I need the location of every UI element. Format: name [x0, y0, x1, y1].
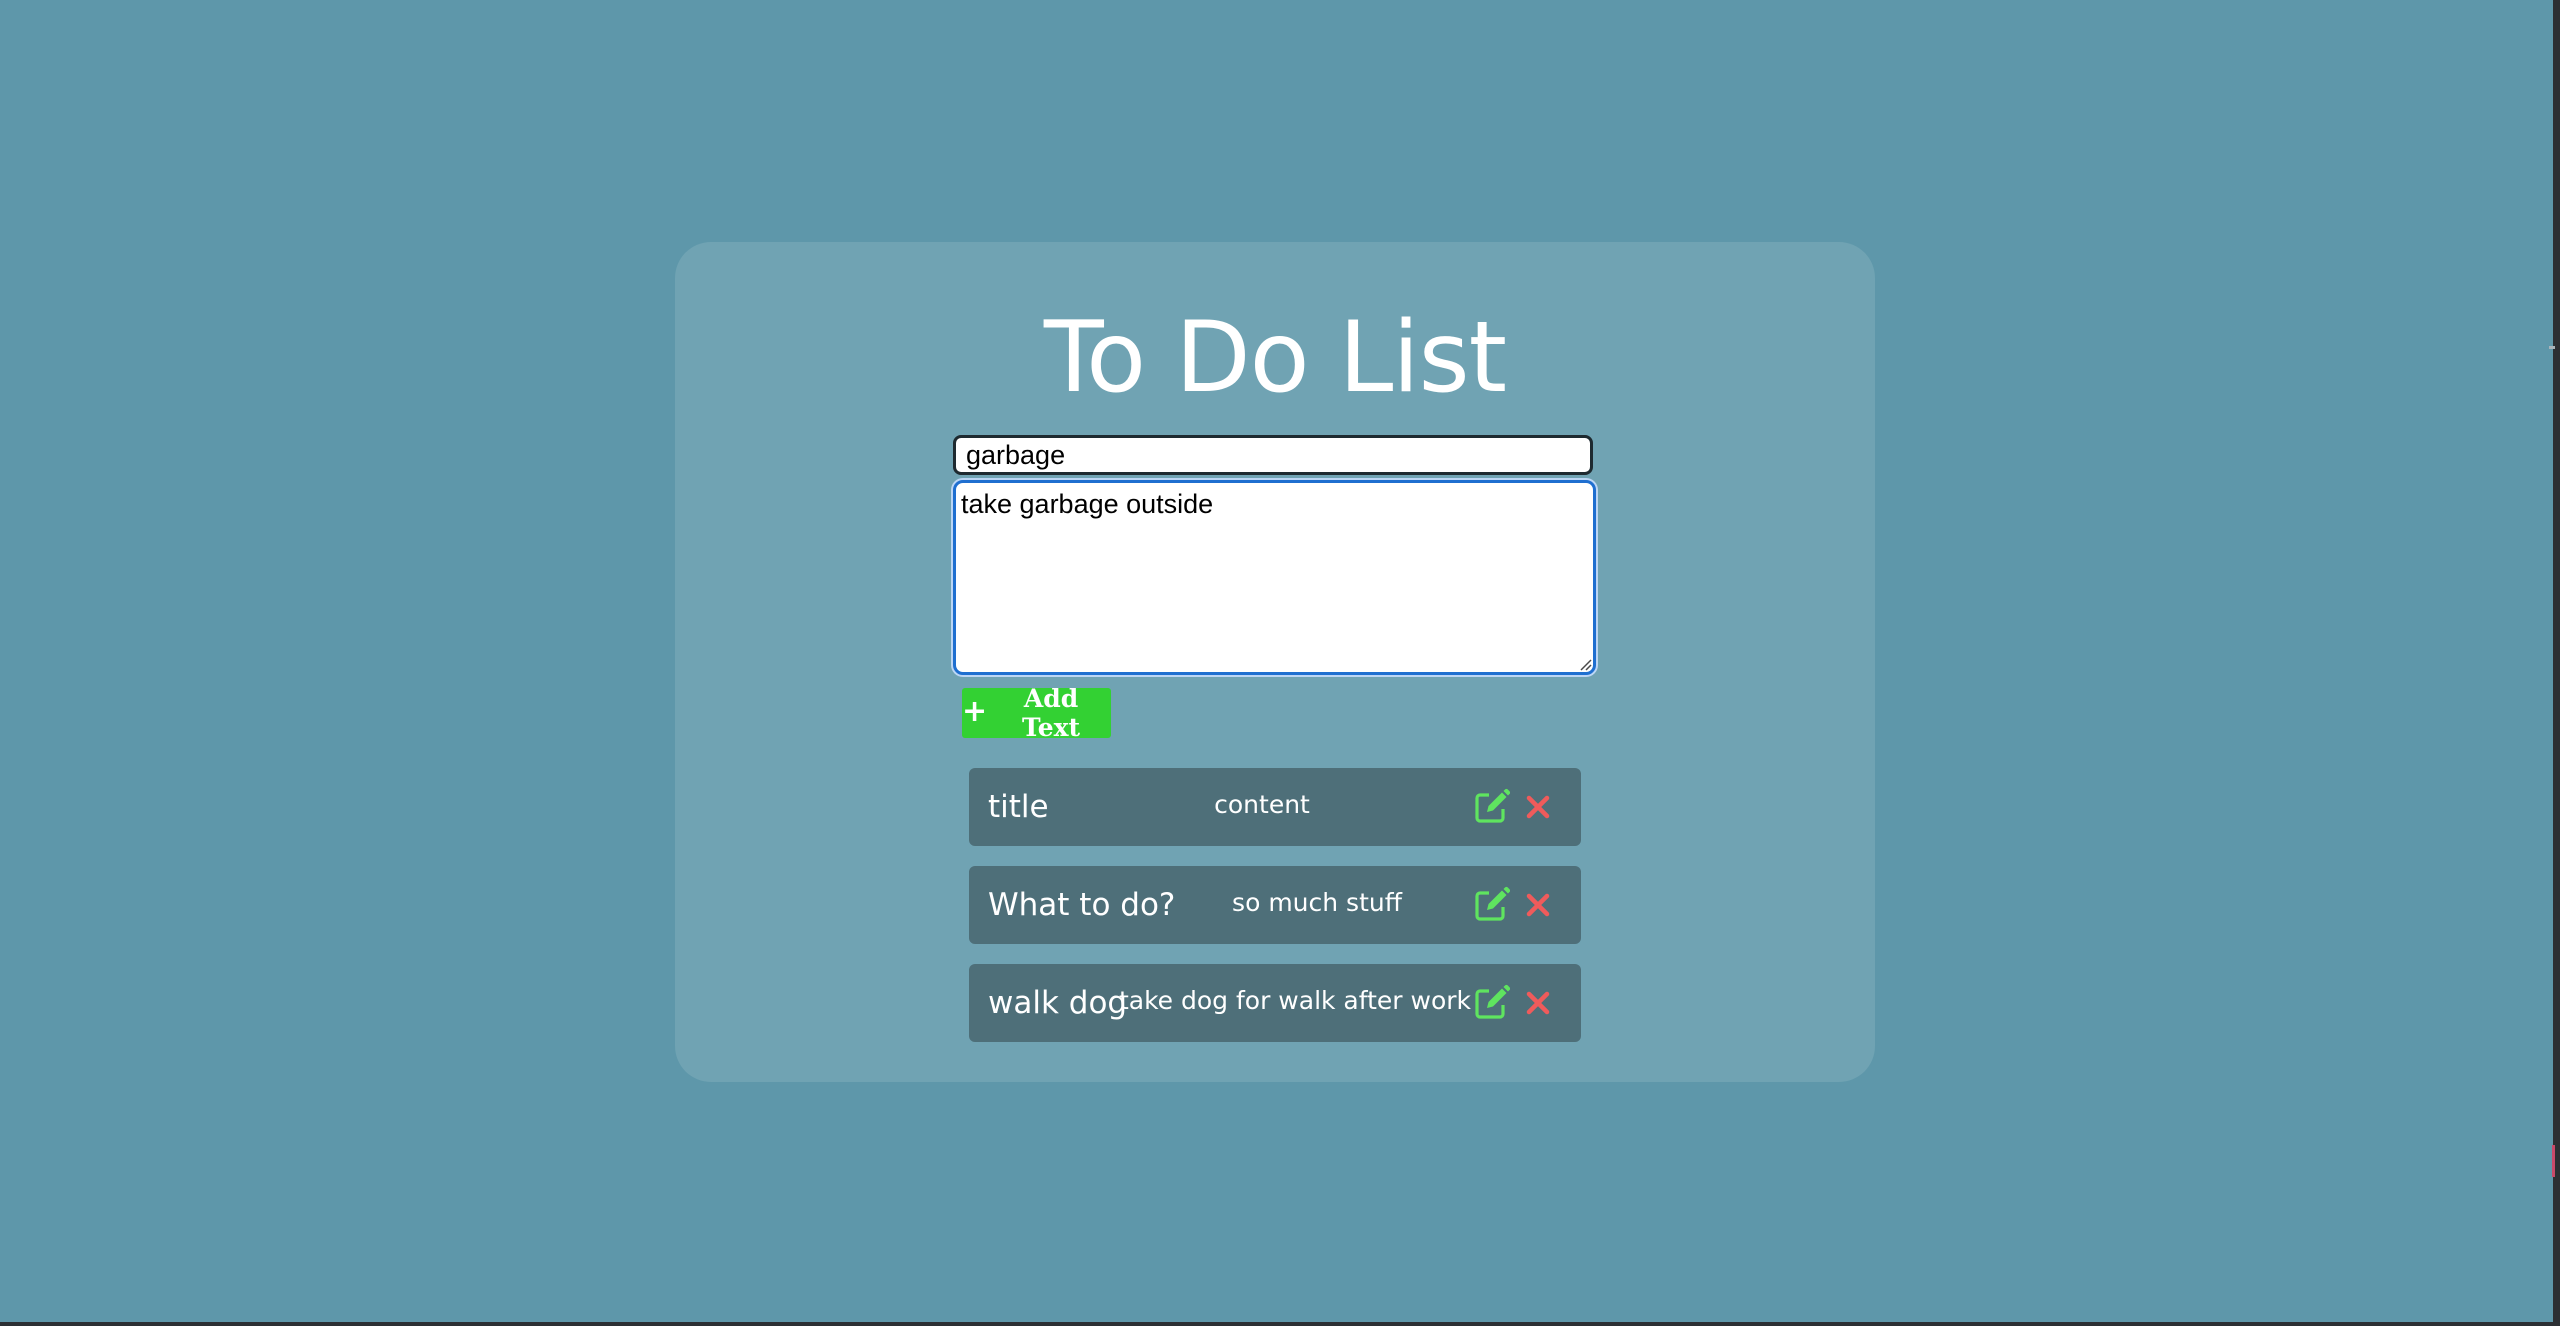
edit-icon[interactable]: [1472, 886, 1510, 924]
window-edge: [2553, 0, 2560, 1326]
window-edge-bottom: [0, 1322, 2560, 1326]
close-icon[interactable]: [1525, 794, 1551, 820]
add-button-label: Add Text: [1022, 684, 1081, 742]
page-title: To Do List: [1043, 301, 1507, 415]
todo-title: title: [988, 789, 1049, 825]
close-icon[interactable]: [1525, 892, 1551, 918]
resize-grip-icon[interactable]: [1578, 657, 1592, 671]
todo-content: content: [1214, 790, 1310, 819]
edit-icon[interactable]: [1472, 984, 1510, 1022]
edge-indicator: [2552, 1145, 2555, 1177]
content-textarea[interactable]: take garbage outside: [953, 480, 1596, 675]
todo-item: title content: [969, 768, 1581, 846]
close-icon[interactable]: [1525, 990, 1551, 1016]
add-text-button[interactable]: + Add Text: [962, 684, 1111, 742]
todo-item: walk dog take dog for walk after work: [969, 964, 1581, 1042]
todo-content: so much stuff: [1232, 888, 1402, 917]
todo-item: What to do? so much stuff: [969, 866, 1581, 944]
edit-icon[interactable]: [1472, 788, 1510, 826]
plus-icon: +: [962, 693, 988, 729]
todo-content: take dog for walk after work: [1118, 986, 1472, 1015]
todo-title: What to do?: [988, 887, 1176, 923]
title-input[interactable]: [953, 435, 1593, 475]
todo-title: walk dog: [988, 985, 1128, 1021]
